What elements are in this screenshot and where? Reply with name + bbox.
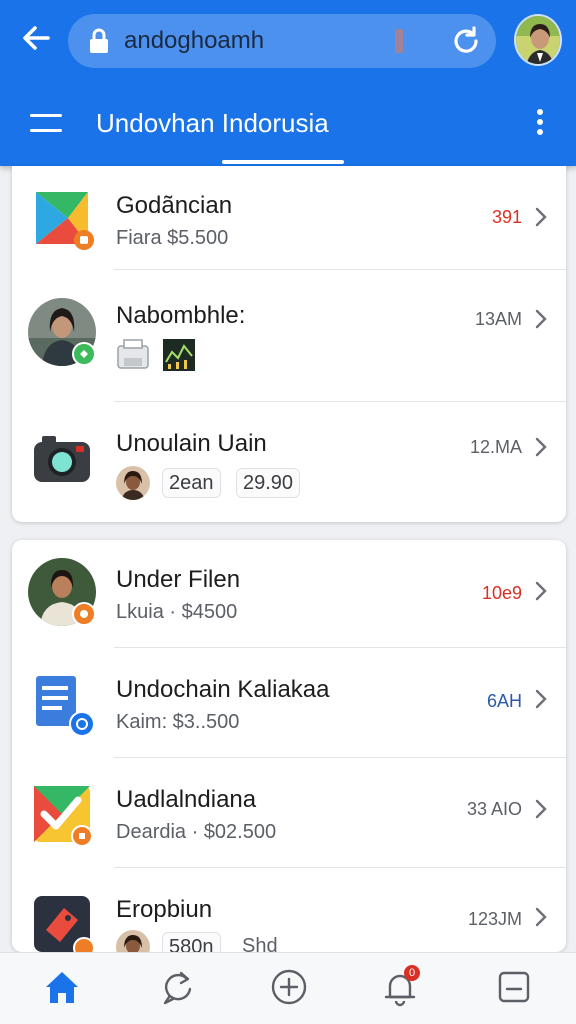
url-text: andoghoamh (124, 27, 265, 54)
item-time: 123JM (467, 909, 522, 929)
list-item[interactable]: Uadlalndiana Deardia · $02.500 33 AIO (12, 758, 566, 868)
add-circle-icon[interactable] (269, 967, 309, 1007)
more-options-icon[interactable] (526, 106, 554, 138)
item-time: 10e9 (481, 583, 522, 603)
play-store-app-icon (34, 190, 94, 250)
list-item[interactable]: Eropbiun 580n Shd 123JM (12, 868, 566, 952)
item-time: 391 (491, 207, 522, 227)
item-title: Under Filen (116, 566, 241, 593)
item-subtitle: Shd (242, 935, 278, 952)
tag-chip: 2ean (162, 468, 221, 498)
chevron-right-icon (535, 581, 547, 601)
person-avatar-icon (116, 930, 150, 952)
item-time: 12.MA (469, 437, 522, 457)
tag-chip: 580n (162, 932, 221, 952)
home-icon[interactable] (42, 967, 82, 1007)
account-avatar[interactable] (514, 14, 562, 66)
document-icon[interactable] (494, 967, 534, 1007)
item-title: Godãncian (116, 192, 233, 219)
chevron-right-icon (535, 437, 547, 457)
active-tab-indicator (222, 160, 344, 164)
item-subtitle: Fiara $5.500 (116, 227, 229, 249)
tag-app-icon (34, 896, 95, 952)
lock-icon (90, 28, 108, 53)
notification-badge: 0 (404, 965, 420, 981)
item-subtitle: Lkuia · $4500 (116, 601, 238, 623)
item-time: 13AM (474, 309, 522, 329)
contact-avatar (28, 298, 96, 366)
list-item[interactable]: Nabombhle: 13AM (12, 270, 566, 402)
browser-url-row: andoghoamh (0, 0, 576, 82)
item-title: Unoulain Uain (116, 430, 267, 457)
item-title: Undochain Kaliakaa (116, 676, 330, 703)
menu-icon[interactable] (30, 112, 62, 134)
chart-image-icon (163, 339, 195, 371)
checkmark-app-icon (34, 786, 93, 847)
contact-avatar (28, 558, 96, 626)
chevron-right-icon (535, 689, 547, 709)
list-card: Godãncian Fiara $5.500 391 Nabombhle: 13… (12, 166, 566, 522)
list-item[interactable]: Unoulain Uain 2ean 29.90 12.MA (12, 402, 566, 522)
document-app-icon (36, 676, 95, 737)
address-bar[interactable]: andoghoamh (68, 14, 496, 68)
site-info-icon[interactable] (386, 27, 412, 55)
price-chip: 29.90 (236, 468, 301, 498)
app-top-bar: andoghoamh Undovhan Indorusia (0, 0, 576, 166)
chevron-right-icon (535, 207, 547, 227)
item-title: Nabombhle: (116, 302, 246, 329)
list-card: Under Filen Lkuia · $4500 10e9 Undochain… (12, 540, 566, 952)
list-item[interactable]: Under Filen Lkuia · $4500 10e9 (12, 540, 566, 648)
chevron-right-icon (535, 799, 547, 819)
item-time: 33 AIO (466, 799, 522, 819)
chevron-right-icon (535, 907, 547, 927)
chevron-right-icon (535, 309, 547, 329)
page-title: Undovhan Indorusia (96, 108, 329, 138)
item-time: 6AH (486, 691, 522, 711)
person-avatar-icon (116, 466, 150, 500)
item-subtitle: Deardia · $02.500 (116, 821, 277, 843)
list-item[interactable]: Undochain Kaliakaa Kaim: $3..500 6AH (12, 648, 566, 758)
list-item[interactable]: Godãncian Fiara $5.500 391 (12, 166, 566, 270)
back-arrow-icon[interactable] (18, 20, 54, 56)
item-title: Eropbiun (116, 896, 213, 923)
toolbar: Undovhan Indorusia (0, 82, 576, 166)
reload-icon[interactable] (450, 25, 482, 57)
printer-icon (117, 339, 149, 369)
refresh-chat-icon[interactable] (157, 967, 197, 1007)
bottom-navigation: 0 (0, 952, 576, 1024)
camera-icon (34, 436, 90, 482)
item-title: Uadlalndiana (116, 786, 257, 813)
item-subtitle: Kaim: $3..500 (116, 711, 240, 733)
